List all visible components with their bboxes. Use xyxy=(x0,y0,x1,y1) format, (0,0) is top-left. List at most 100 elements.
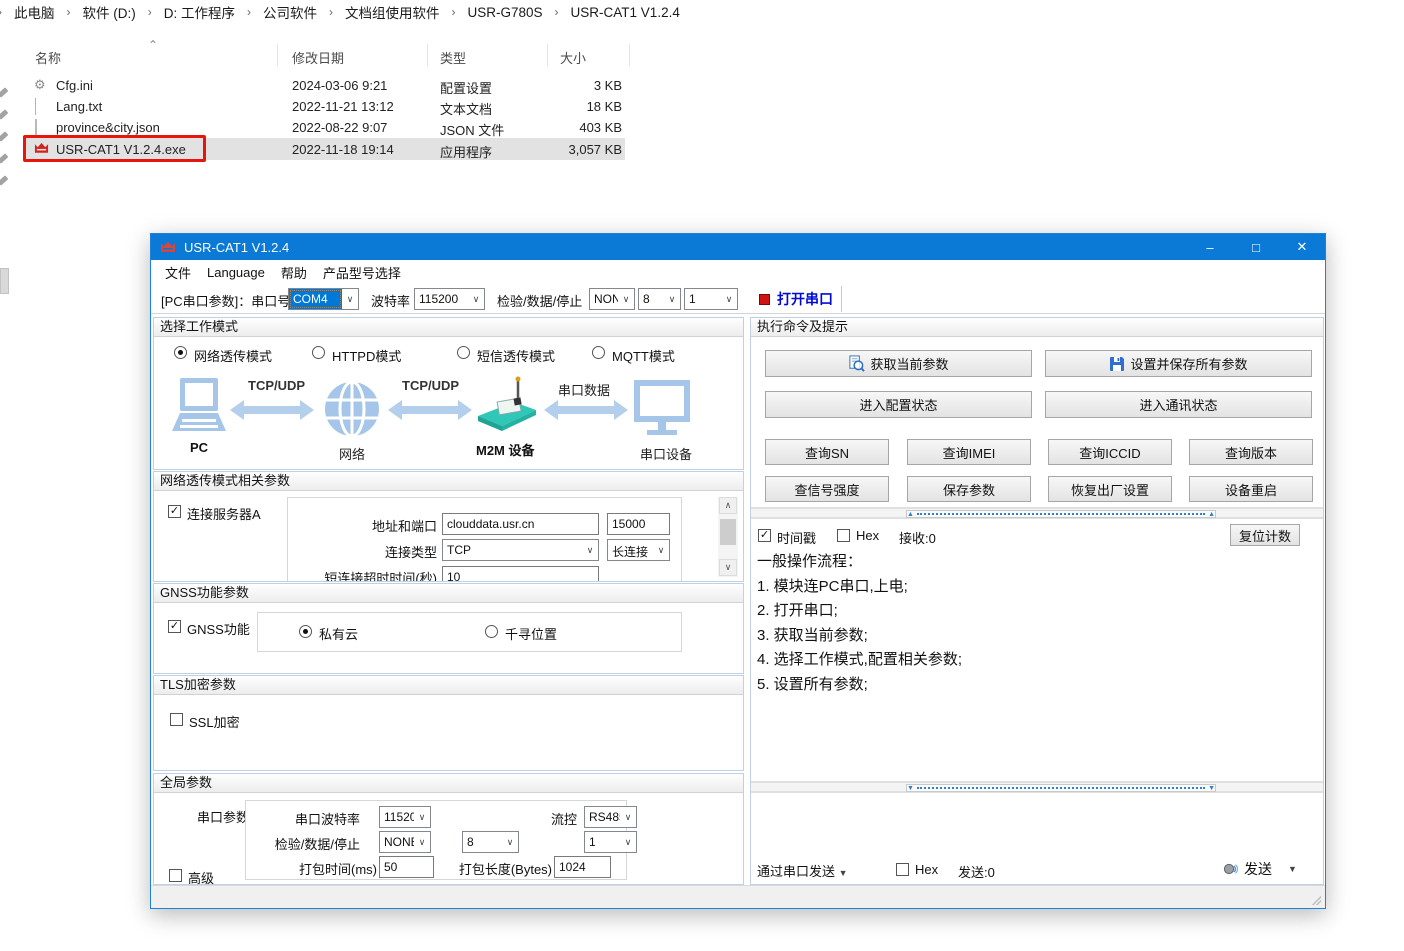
pack-time-input[interactable]: 50 xyxy=(379,856,434,878)
query-sn-button[interactable]: 查询SN xyxy=(765,439,889,465)
pack-length-input[interactable]: 1024 xyxy=(554,856,611,878)
checkbox-label[interactable]: GNSS功能 xyxy=(187,619,250,638)
breadcrumb-work-folder[interactable]: D: 工作程序 xyxy=(160,0,239,24)
file-modified: 2022-11-18 19:14 xyxy=(292,142,394,157)
query-iccid-button[interactable]: 查询ICCID xyxy=(1048,439,1172,465)
gnss-enable-checkbox[interactable]: ✓ xyxy=(168,620,181,633)
breadcrumb-usr-g780s[interactable]: USR-G780S xyxy=(464,3,547,22)
baud-select[interactable]: 115200∨ xyxy=(414,288,485,310)
checkbox-label[interactable]: Hex xyxy=(856,528,879,543)
advanced-checkbox[interactable] xyxy=(169,869,182,882)
send-hex-checkbox[interactable] xyxy=(896,863,909,876)
title-bar[interactable]: USR-CAT1 V1.2.4 – □ ✕ xyxy=(151,234,1325,260)
radio-label[interactable]: 短信透传模式 xyxy=(477,346,555,365)
receive-log-area[interactable]: 一般操作流程： 1. 模块连PC串口,上电; 2. 打开串口; 3. 获取当前参… xyxy=(753,550,1321,780)
checkbox-label[interactable]: 连接服务器A xyxy=(187,504,261,523)
scrollbar-fragment[interactable] xyxy=(0,268,9,294)
save-params-button[interactable]: 保存参数 xyxy=(907,476,1031,502)
radio-label[interactable]: 私有云 xyxy=(319,624,358,643)
serial-baud-select[interactable]: 115200∨ xyxy=(379,806,431,828)
flow-control-select[interactable]: RS485∨ xyxy=(584,806,637,828)
query-signal-button[interactable]: 查信号强度 xyxy=(765,476,889,502)
radio-private-cloud[interactable] xyxy=(299,625,312,638)
com-port-select[interactable]: COM4∨ xyxy=(288,288,359,310)
radio-label[interactable]: MQTT模式 xyxy=(612,346,675,365)
menu-language[interactable]: Language xyxy=(199,263,273,282)
diagram-link-label: 串口数据 xyxy=(558,380,610,399)
checkbox-label[interactable]: SSL加密 xyxy=(189,712,240,731)
open-serial-button[interactable]: 打开串口 xyxy=(759,287,833,311)
baud-label: 波特率 xyxy=(371,291,410,310)
send-input-area[interactable] xyxy=(753,795,1321,853)
send-button[interactable]: 发送 ▼ xyxy=(1223,859,1297,879)
splitter-horizontal[interactable]: ▲▲ xyxy=(751,507,1323,519)
recv-hex-checkbox[interactable] xyxy=(837,529,850,542)
reboot-button[interactable]: 设备重启 xyxy=(1189,476,1313,502)
collapse-down-icon[interactable]: ▼ xyxy=(1208,785,1215,792)
close-button[interactable]: ✕ xyxy=(1279,234,1325,260)
radio-label[interactable]: 千寻位置 xyxy=(505,624,557,643)
set-save-all-button[interactable]: 设置并保存所有参数 xyxy=(1045,350,1312,377)
scroll-up-icon[interactable]: ∧ xyxy=(719,497,737,514)
radio-label[interactable]: HTTPD模式 xyxy=(332,346,401,365)
collapse-up-icon[interactable]: ▲ xyxy=(1208,511,1215,518)
conn-type-select[interactable]: TCP∨ xyxy=(442,539,599,561)
breadcrumb-usr-cat1[interactable]: USR-CAT1 V1.2.4 xyxy=(567,3,684,22)
send-via-dropdown[interactable]: 通过串口发送 ▼ xyxy=(757,861,848,880)
factory-reset-button[interactable]: 恢复出厂设置 xyxy=(1048,476,1172,502)
minimize-button[interactable]: – xyxy=(1187,234,1233,260)
column-header-name[interactable]: 名称 xyxy=(35,48,61,67)
ssl-checkbox[interactable] xyxy=(170,713,183,726)
radio-sms[interactable] xyxy=(457,346,470,359)
column-header-size[interactable]: 大小 xyxy=(560,48,586,67)
reset-count-button[interactable]: 复位计数 xyxy=(1230,524,1300,546)
menu-file[interactable]: 文件 xyxy=(157,261,199,284)
conn-type-label: 连接类型 xyxy=(304,542,437,561)
radio-httpd[interactable] xyxy=(312,346,325,359)
timestamp-checkbox[interactable]: ✓ xyxy=(758,529,771,542)
collapse-down-icon[interactable]: ▼ xyxy=(907,785,914,792)
chevron-down-icon[interactable]: ▼ xyxy=(1288,864,1297,874)
get-params-button[interactable]: 获取当前参数 xyxy=(765,350,1032,377)
server-address-input[interactable]: clouddata.usr.cn xyxy=(442,513,599,535)
file-row[interactable]: ⚙ Cfg.ini 2024-03-06 9:21 配置设置 3 KB xyxy=(25,75,625,96)
radio-label[interactable]: 网络透传模式 xyxy=(194,346,272,365)
databits-select[interactable]: 8∨ xyxy=(638,288,681,310)
column-header-type[interactable]: 类型 xyxy=(440,48,466,67)
radio-mqtt[interactable] xyxy=(592,346,605,359)
enter-comm-button[interactable]: 进入通讯状态 xyxy=(1045,391,1312,418)
menu-product-model[interactable]: 产品型号选择 xyxy=(315,261,409,284)
menu-help[interactable]: 帮助 xyxy=(273,261,315,284)
enter-config-button[interactable]: 进入配置状态 xyxy=(765,391,1032,418)
breadcrumb-this-pc[interactable]: 此电脑 xyxy=(10,0,59,24)
maximize-button[interactable]: □ xyxy=(1233,234,1279,260)
checkbox-label[interactable]: 时间戳 xyxy=(777,528,816,547)
resize-grip-icon[interactable] xyxy=(1311,895,1321,905)
breadcrumb-docs-folder[interactable]: 文档组使用软件 xyxy=(341,0,444,24)
stopbits-select[interactable]: 1∨ xyxy=(684,288,738,310)
global-stopbits-select[interactable]: 1∨ xyxy=(584,831,637,853)
radio-qianxun[interactable] xyxy=(485,625,498,638)
server-a-checkbox[interactable]: ✓ xyxy=(168,505,181,518)
scroll-down-icon[interactable]: ∨ xyxy=(719,559,737,576)
breadcrumb-company-folder[interactable]: 公司软件 xyxy=(259,0,321,24)
pin-icon xyxy=(0,87,8,97)
global-databits-select[interactable]: 8∨ xyxy=(462,831,519,853)
keepalive-select[interactable]: 长连接∨ xyxy=(607,539,670,561)
radio-net-transparent[interactable] xyxy=(174,346,187,359)
query-imei-button[interactable]: 查询IMEI xyxy=(907,439,1031,465)
global-parity-select[interactable]: NONE∨ xyxy=(379,831,431,853)
collapse-up-icon[interactable]: ▲ xyxy=(907,511,914,518)
scroll-thumb[interactable] xyxy=(720,519,736,545)
column-header-modified[interactable]: 修改日期 xyxy=(292,48,344,67)
checkbox-label[interactable]: Hex xyxy=(915,862,938,877)
query-version-button[interactable]: 查询版本 xyxy=(1189,439,1313,465)
parity-select[interactable]: NONI∨ xyxy=(589,288,635,310)
net-scrollbar[interactable]: ∧ ∨ xyxy=(718,497,738,577)
short-conn-timeout-input[interactable]: 10 xyxy=(442,566,599,582)
checkbox-label[interactable]: 高级 xyxy=(188,868,214,885)
breadcrumb-drive-d[interactable]: 软件 (D:) xyxy=(79,0,140,24)
splitter-horizontal[interactable]: ▼▼ xyxy=(751,781,1323,793)
file-row[interactable]: Lang.txt 2022-11-21 13:12 文本文档 18 KB xyxy=(25,96,625,117)
server-port-input[interactable]: 15000 xyxy=(607,513,670,535)
